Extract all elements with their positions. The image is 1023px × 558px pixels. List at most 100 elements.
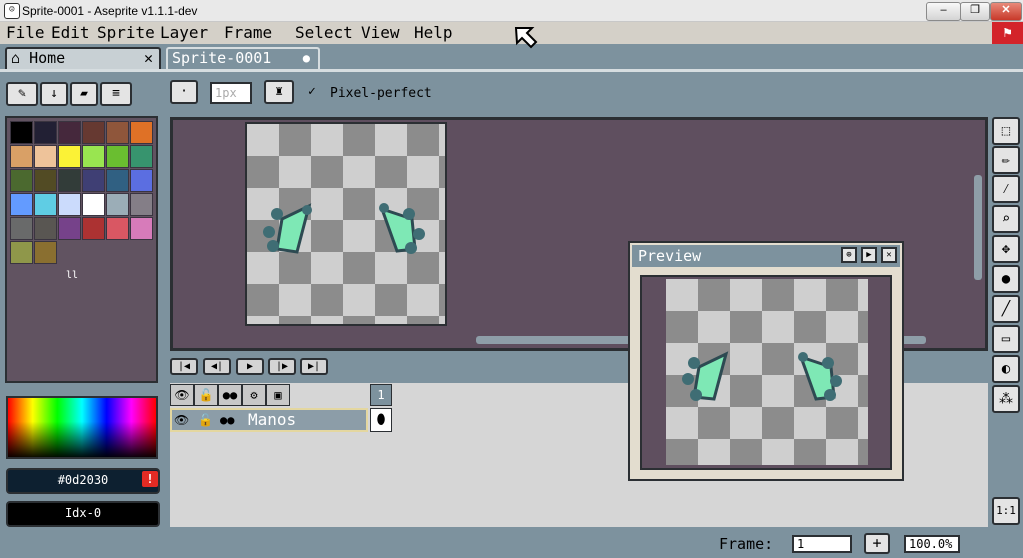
palette-swatch[interactable]	[58, 169, 81, 192]
maximize-button[interactable]: ❐	[960, 2, 990, 21]
palette-swatch[interactable]	[82, 121, 105, 144]
preview-close-button[interactable]: ✕	[881, 247, 897, 263]
move-tool-button[interactable]: ✥	[992, 235, 1020, 263]
palette-swatch[interactable]	[34, 145, 57, 168]
zoom-tool-button[interactable]: ⌕	[992, 205, 1020, 233]
palette-swatch[interactable]	[130, 121, 153, 144]
menu-help[interactable]: Help	[414, 22, 453, 44]
palette-swatch[interactable]	[10, 145, 33, 168]
palette-swatch[interactable]	[10, 217, 33, 240]
line-icon: ╱	[1001, 301, 1011, 317]
eye-icon[interactable]: 👁	[174, 410, 189, 430]
blur-tool-button[interactable]: ◐	[992, 355, 1020, 383]
fg-color-field[interactable]: #0d2030	[6, 468, 160, 494]
menu-sprite[interactable]: Sprite	[97, 22, 155, 44]
palette-swatch[interactable]	[34, 241, 57, 264]
onion-skin-header-icon[interactable]: ●●	[218, 384, 242, 406]
tab-close-icon[interactable]: ✕	[144, 49, 153, 67]
warning-icon[interactable]: !	[142, 471, 158, 487]
pencil-tool-button[interactable]: ✏	[992, 146, 1020, 174]
line-tool-button[interactable]: ╱	[992, 295, 1020, 323]
brush-type-button[interactable]: ·	[170, 80, 198, 104]
palette-swatch[interactable]	[34, 193, 57, 216]
palette-swatch[interactable]	[82, 169, 105, 192]
menu-file[interactable]: File	[6, 22, 45, 44]
vertical-scrollbar[interactable]	[974, 175, 982, 280]
frame-input[interactable]: 1	[792, 535, 852, 553]
window-titlebar: ☺ Sprite-0001 - Aseprite v1.1.1-dev – ❐ …	[0, 0, 1023, 22]
palette-swatch[interactable]	[34, 217, 57, 240]
palette-swatch[interactable]	[82, 217, 105, 240]
select-tool-button[interactable]: ⬚	[992, 117, 1020, 145]
layer-row[interactable]: 👁 🔓 ●● Manos	[170, 408, 368, 432]
zoom-input[interactable]: 100.0%	[904, 535, 960, 553]
sprite-canvas[interactable]	[245, 122, 447, 326]
palette-swatch[interactable]	[34, 169, 57, 192]
preview-play-button[interactable]: ▶	[861, 247, 877, 263]
palette-swatch[interactable]	[106, 145, 129, 168]
last-frame-button[interactable]: ▶|	[300, 358, 328, 375]
palette-swatch[interactable]	[130, 145, 153, 168]
palette-load-button[interactable]: ↓	[40, 82, 68, 106]
palette-swatch[interactable]	[10, 169, 33, 192]
palette-swatch[interactable]	[106, 193, 129, 216]
palette-edit-button[interactable]: ✎	[6, 82, 38, 106]
pixel-perfect-checkbox[interactable]: ✓	[308, 85, 322, 100]
tab-sprite[interactable]: Sprite-0001 ●	[166, 47, 320, 69]
gear-icon[interactable]: ⚙	[242, 384, 266, 406]
menu-view[interactable]: View	[361, 22, 400, 44]
palette-swatch[interactable]	[130, 193, 153, 216]
menu-layer[interactable]: Layer	[160, 22, 208, 44]
palette-folder-button[interactable]: ▰	[70, 82, 98, 106]
play-button[interactable]: ▶	[236, 358, 264, 375]
rectangle-tool-button[interactable]: ▭	[992, 325, 1020, 353]
close-window-button[interactable]: ✕	[990, 2, 1022, 21]
palette-swatch[interactable]	[10, 121, 33, 144]
unlock-icon[interactable]: 🔓	[198, 410, 213, 430]
tab-home[interactable]: ⌂ Home ✕	[5, 47, 161, 69]
zoom-reset-button[interactable]: 1:1	[992, 497, 1020, 525]
next-frame-button[interactable]: |▶	[268, 358, 296, 375]
palette-swatch[interactable]	[58, 121, 81, 144]
menu-edit[interactable]: Edit	[51, 22, 90, 44]
palette-swatch[interactable]	[82, 145, 105, 168]
palette-swatch[interactable]	[58, 145, 81, 168]
palette-options-button[interactable]: ≡	[100, 82, 132, 106]
minimize-button[interactable]: –	[926, 2, 961, 21]
layers-header-icon[interactable]: ▣	[266, 384, 290, 406]
menu-icon: ≡	[112, 86, 120, 101]
menu-frame[interactable]: Frame	[224, 22, 272, 44]
fill-tool-button[interactable]: ●	[992, 265, 1020, 293]
preview-center-button[interactable]: ⊕	[841, 247, 857, 263]
palette-swatch[interactable]	[58, 193, 81, 216]
palette-swatch[interactable]	[130, 169, 153, 192]
lock-header-icon[interactable]: 🔓	[194, 384, 218, 406]
palette-swatch[interactable]	[34, 121, 57, 144]
cel-cell[interactable]: ⬮	[370, 408, 392, 432]
ink-button[interactable]: ♜	[264, 80, 294, 104]
visibility-header-icon[interactable]: 👁	[170, 384, 194, 406]
palette-swatch[interactable]	[82, 193, 105, 216]
first-frame-button[interactable]: |◀	[170, 358, 198, 375]
dot-icon: ·	[180, 84, 188, 99]
color-spectrum[interactable]	[6, 396, 158, 459]
palette-swatch[interactable]	[106, 121, 129, 144]
palette-swatch[interactable]	[58, 217, 81, 240]
window-title: Sprite-0001 - Aseprite v1.1.1-dev	[22, 4, 198, 18]
add-frame-button[interactable]: +	[864, 533, 890, 554]
flag-icon[interactable]: ⚑	[992, 22, 1023, 44]
palette-swatch[interactable]	[10, 193, 33, 216]
palette-swatch[interactable]	[106, 169, 129, 192]
frame-header[interactable]: 1	[370, 384, 392, 406]
palette-swatch[interactable]	[130, 217, 153, 240]
prev-frame-button[interactable]: ◀|	[203, 358, 231, 375]
palette-resize-handle[interactable]: ll	[66, 270, 78, 281]
eyedropper-tool-button[interactable]: ⁄	[992, 175, 1020, 203]
palette-swatch[interactable]	[106, 217, 129, 240]
palette-swatch[interactable]	[10, 241, 33, 264]
bg-color-field[interactable]: Idx-0	[6, 501, 160, 527]
brush-size-input[interactable]: 1px	[210, 82, 252, 104]
menu-select[interactable]: Select	[295, 22, 353, 44]
onion-skin-icon[interactable]: ●●	[220, 410, 234, 430]
spray-tool-button[interactable]: ⁂	[992, 385, 1020, 413]
